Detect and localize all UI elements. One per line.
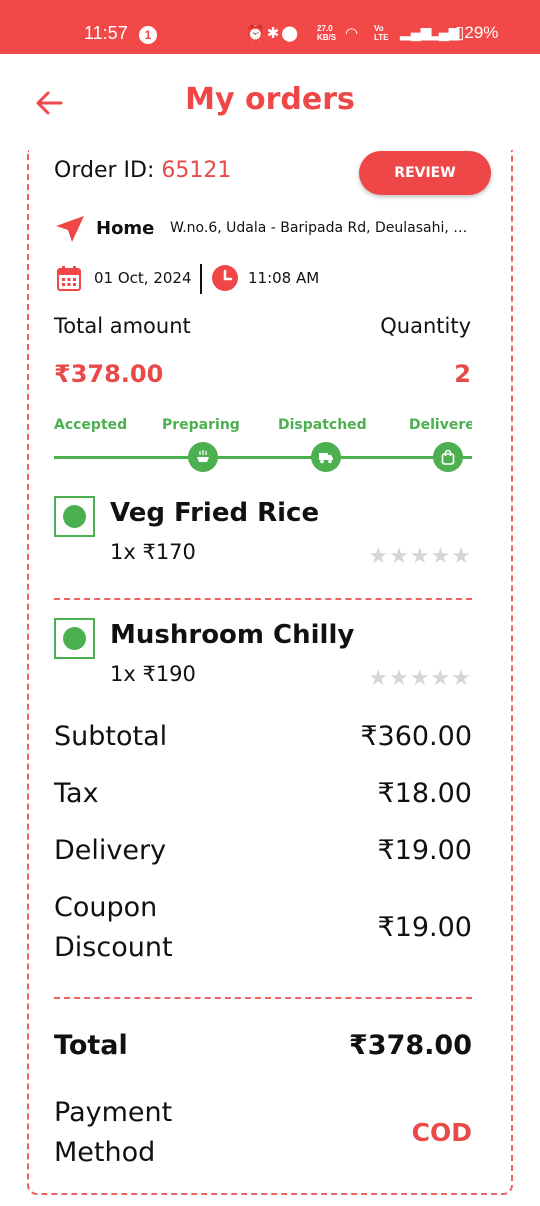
net-speed-value: 27.0 [317,24,333,33]
status-icons: ⏰✱⬤ [246,24,300,42]
shopping-bag-icon [441,449,455,465]
coupon-label: Coupon Discount [54,888,173,968]
payment-method-value: COD [411,1118,472,1147]
rating-stars[interactable]: ★★★★★ [368,666,472,691]
veg-indicator-icon [54,496,95,537]
order-time: 11:08 AM [248,269,320,287]
delivery-row: Delivery ₹19.00 [54,831,472,871]
grand-total-label: Total [54,1030,128,1061]
coupon-label-line2: Discount [54,932,173,963]
delivered-node [433,442,463,472]
status-bar: 11:57 1 ⏰✱⬤ 27.0 KB/S ◠ Vo LTE ▂▄▆ ▂▄▆ ▯… [0,0,540,54]
payment-label-line2: Method [54,1137,156,1168]
bluetooth-icon: ✱ [266,25,282,42]
rating-stars[interactable]: ★★★★★ [368,544,472,569]
total-amount-value: ₹378.00 [54,360,164,388]
net-speed: 27.0 KB/S [317,24,336,42]
item-name: Veg Fried Rice [110,498,320,528]
order-id: Order ID: 65121 [54,158,231,183]
app-header: My orders [0,54,540,150]
order-id-value: 65121 [161,158,232,183]
total-amount-label: Total amount [54,314,191,338]
notification-badge: 1 [139,26,157,44]
address-label: Home [96,218,155,239]
step-delivered: Delivered [409,417,472,433]
battery-icon: ▯ [455,23,465,42]
total-row: Total ₹378.00 [54,1026,472,1066]
location-icon: ⬤ [281,25,301,42]
subtotal-value: ₹360.00 [360,721,472,752]
tax-row: Tax ₹18.00 [54,774,472,814]
order-id-label: Order ID: [54,158,155,183]
payment-row: Payment Method COD [54,1093,472,1173]
page-title: My orders [185,82,355,117]
cooking-icon [197,450,209,462]
item-quantity-price: 1x ₹170 [110,540,196,564]
list-item: Mushroom Chilly 1x ₹190 ★★★★★ [54,616,472,696]
delivery-value: ₹19.00 [377,835,472,866]
order-tracker: Accepted Preparing Dispatched Delivered [54,412,472,480]
truck-icon [319,453,333,464]
tax-label: Tax [54,778,99,809]
order-datetime: 01 Oct, 2024 11:08 AM [54,262,354,296]
address-text: W.no.6, Udala - Baripada Rd, Deulasahi, … [170,220,476,236]
signal-icon: ▂▄▆ [400,24,432,40]
step-dispatched: Dispatched [278,417,367,433]
delivery-label: Delivery [54,835,167,866]
quantity-value: 2 [454,360,471,388]
step-preparing: Preparing [162,417,240,433]
item-divider [54,598,472,600]
step-accepted: Accepted [54,417,128,433]
coupon-value: ₹19.00 [377,912,472,943]
status-time: 11:57 [84,23,128,43]
delivery-address: Home W.no.6, Udala - Baripada Rd, Deulas… [54,214,484,244]
wifi-icon: ◠ [345,25,359,42]
coupon-label-line1: Coupon [54,892,158,923]
item-quantity-price: 1x ₹190 [110,662,196,686]
payment-label-line1: Payment [54,1097,173,1128]
quantity-label: Quantity [380,314,471,338]
net-speed-unit: KB/S [317,33,337,42]
datetime-separator [200,264,202,294]
summary-divider [54,997,472,999]
clock-icon [212,265,238,291]
tax-value: ₹18.00 [377,778,472,809]
calendar-icon [57,266,81,291]
location-arrow-icon [56,216,84,242]
battery-level: ▯29% [455,23,498,43]
order-date: 01 Oct, 2024 [94,269,192,287]
subtotal-row: Subtotal ₹360.00 [54,717,472,757]
progress-line [54,456,472,459]
review-button[interactable]: REVIEW [359,151,491,195]
lte-indicator: Vo LTE [374,24,389,42]
battery-percent: 29% [464,23,499,42]
grand-total-value: ₹378.00 [349,1030,472,1061]
subtotal-label: Subtotal [54,721,168,752]
item-name: Mushroom Chilly [110,620,355,650]
preparing-node [188,442,218,472]
veg-indicator-icon [54,618,95,659]
dispatched-node [311,442,341,472]
payment-method-label: Payment Method [54,1093,172,1173]
alarm-icon: ⏰ [246,25,267,42]
coupon-row: Coupon Discount ₹19.00 [54,888,472,968]
list-item: Veg Fried Rice 1x ₹170 ★★★★★ [54,494,472,574]
